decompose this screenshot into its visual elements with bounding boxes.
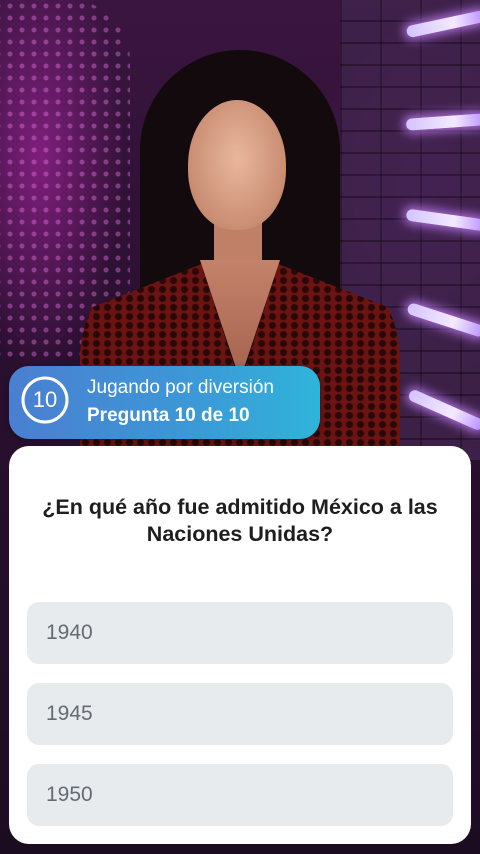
counter-number: 10 xyxy=(32,387,58,412)
answer-option-label: 1940 xyxy=(46,621,93,644)
quiz-screen: 10 Jugando por diversión Pregunta 10 de … xyxy=(0,0,480,854)
game-mode-label: Jugando por diversión xyxy=(87,377,274,398)
game-status-pill: 10 Jugando por diversión Pregunta 10 de … xyxy=(9,366,320,439)
question-text: ¿En qué año fue admitido México a las Na… xyxy=(42,495,438,546)
answer-option-1940[interactable]: 1940 xyxy=(27,602,453,664)
answer-option-1950[interactable]: 1950 xyxy=(27,764,453,826)
answer-option-label: 1945 xyxy=(46,702,93,725)
answer-option-label: 1950 xyxy=(46,783,93,806)
question-counter: 10 xyxy=(20,375,70,425)
question-progress-label: Pregunta 10 de 10 xyxy=(87,405,250,426)
presenter-face xyxy=(188,100,286,230)
answer-option-1945[interactable]: 1945 xyxy=(27,683,453,745)
question-card: ¿En qué año fue admitido México a las Na… xyxy=(9,446,471,844)
